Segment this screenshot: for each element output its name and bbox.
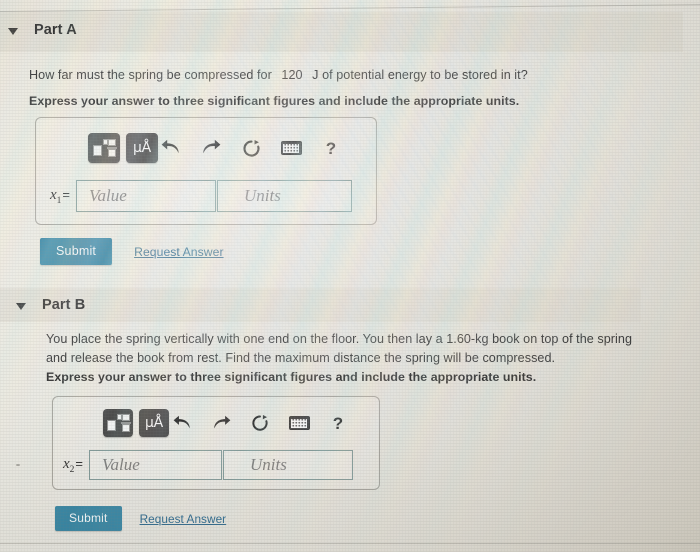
micro-angstrom-icon: µÅ — [144, 415, 164, 431]
part-a-units-placeholder: Units — [244, 186, 281, 205]
part-b-submit-button[interactable]: Submit — [55, 506, 122, 531]
part-a-header-band — [0, 12, 683, 52]
part-a-value-input[interactable]: Value — [76, 180, 217, 212]
math-template-button[interactable] — [103, 409, 133, 437]
keyboard-button[interactable] — [278, 135, 304, 161]
help-button[interactable]: ? — [318, 135, 344, 161]
part-b-instruction: Express your answer to three significant… — [46, 370, 537, 384]
part-b-question-text: You place the spring vertically with one… — [46, 332, 632, 365]
part-a-prompt-value: 120 — [281, 68, 303, 82]
part-a-answer-row: x1= Value Units — [50, 180, 353, 212]
part-a-actions: Submit Request Answer — [40, 238, 224, 265]
triangle-down-icon[interactable] — [8, 27, 18, 35]
redo-button[interactable] — [208, 410, 234, 436]
part-a-value-placeholder: Value — [89, 186, 127, 205]
part-a-submit-button[interactable]: Submit — [40, 238, 113, 265]
keyboard-icon — [288, 416, 310, 430]
part-a-units-input[interactable]: Units — [217, 180, 353, 212]
redo-arrow-icon — [203, 139, 221, 154]
part-b-value-placeholder: Value — [102, 455, 140, 474]
part-b-title: Part B — [42, 297, 86, 313]
part-b-request-answer-link[interactable]: Request Answer — [140, 512, 227, 526]
undo-arrow-icon — [173, 415, 190, 428]
reset-button[interactable] — [238, 135, 264, 161]
photo-speck — [16, 464, 20, 466]
page-content: Part A How far must the spring be compre… — [0, 0, 700, 552]
refresh-circle-icon — [252, 414, 268, 431]
part-b-actions: Submit Request Answer — [55, 506, 226, 531]
part-a-prompt-post: of potential energy to be stored in it? — [322, 68, 528, 82]
part-a-question-text: How far must the spring be compressed fo… — [29, 66, 589, 85]
part-a-instruction: Express your answer to three significant… — [29, 94, 520, 108]
unit-symbols-button[interactable]: µÅ — [139, 409, 169, 437]
part-b-variable-label: x2= — [63, 455, 84, 475]
part-a-request-answer-link[interactable]: Request Answer — [134, 245, 223, 259]
part-b-units-placeholder: Units — [250, 455, 287, 474]
reset-button[interactable] — [247, 410, 273, 436]
math-template-icon — [93, 138, 117, 158]
top-divider — [0, 4, 700, 12]
part-a-prompt-unit: J — [312, 68, 319, 82]
part-b-answer-row: x2= Value Units — [63, 450, 354, 480]
part-a-header[interactable]: Part A — [8, 22, 77, 38]
math-template-icon — [107, 413, 131, 433]
part-b-units-input[interactable]: Units — [223, 450, 354, 480]
part-b-header[interactable]: Part B — [16, 297, 85, 313]
part-a-answer-box: µÅ ? x1= Value Units — [35, 117, 377, 225]
undo-button[interactable] — [169, 410, 195, 436]
part-a-prompt-pre: How far must the spring be compressed fo… — [29, 68, 272, 82]
part-a-title: Part A — [34, 22, 77, 38]
math-template-button[interactable] — [88, 133, 120, 163]
question-mark-icon: ? — [332, 413, 344, 433]
keyboard-icon — [280, 141, 302, 155]
undo-arrow-icon — [161, 139, 179, 154]
unit-symbols-button[interactable]: µÅ — [126, 133, 158, 163]
part-a-toolbar: µÅ ? — [88, 133, 344, 163]
redo-arrow-icon — [213, 415, 230, 428]
part-a-variable-label: x1= — [50, 186, 71, 206]
help-button[interactable]: ? — [325, 410, 351, 436]
micro-angstrom-icon: µÅ — [132, 140, 152, 156]
homework-page: Part A How far must the spring be compre… — [0, 0, 700, 552]
part-b-toolbar: µÅ ? — [103, 409, 351, 437]
triangle-down-icon[interactable] — [16, 302, 26, 310]
undo-button[interactable] — [158, 135, 184, 161]
refresh-circle-icon — [242, 139, 260, 157]
part-b-answer-box: µÅ ? x2= Value Units — [52, 396, 380, 490]
bottom-divider — [0, 543, 700, 544]
keyboard-button[interactable] — [286, 410, 312, 436]
question-mark-icon: ? — [325, 138, 337, 158]
redo-button[interactable] — [198, 135, 224, 161]
part-b-value-input[interactable]: Value — [89, 450, 223, 480]
part-b-header-band — [0, 288, 641, 322]
